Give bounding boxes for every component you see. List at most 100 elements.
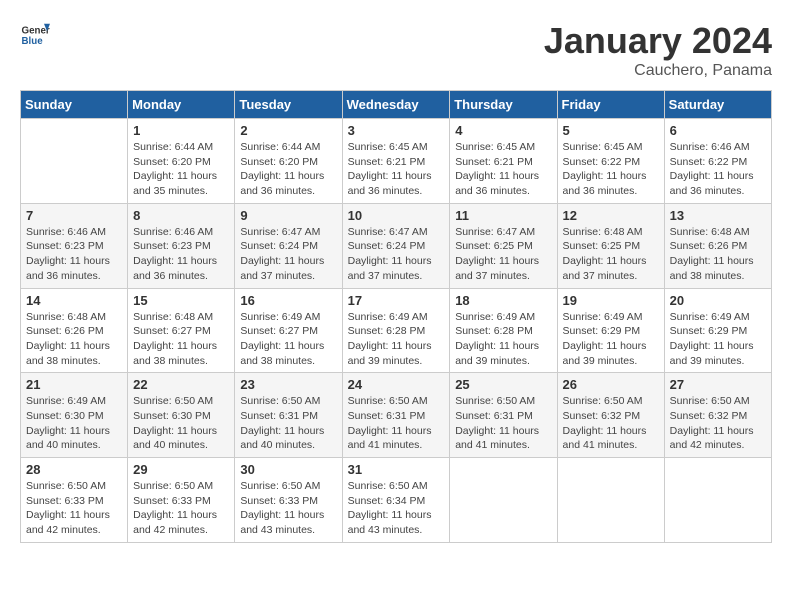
day-cell: 28 Sunrise: 6:50 AM Sunset: 6:33 PM Dayli… <box>21 458 128 543</box>
day-info: Sunrise: 6:45 AM Sunset: 6:21 PM Dayligh… <box>455 140 551 199</box>
day-info: Sunrise: 6:44 AM Sunset: 6:20 PM Dayligh… <box>240 140 336 199</box>
day-number: 18 <box>455 293 551 308</box>
day-number: 25 <box>455 377 551 392</box>
day-info: Sunrise: 6:44 AM Sunset: 6:20 PM Dayligh… <box>133 140 229 199</box>
day-number: 17 <box>348 293 445 308</box>
day-cell: 19 Sunrise: 6:49 AM Sunset: 6:29 PM Dayli… <box>557 288 664 373</box>
day-cell: 3 Sunrise: 6:45 AM Sunset: 6:21 PM Daylig… <box>342 119 450 204</box>
day-cell: 9 Sunrise: 6:47 AM Sunset: 6:24 PM Daylig… <box>235 203 342 288</box>
header-cell-monday: Monday <box>128 91 235 119</box>
week-row-3: 21 Sunrise: 6:49 AM Sunset: 6:30 PM Dayli… <box>21 373 772 458</box>
day-number: 1 <box>133 123 229 138</box>
day-info: Sunrise: 6:49 AM Sunset: 6:27 PM Dayligh… <box>240 310 336 369</box>
day-number: 20 <box>670 293 766 308</box>
day-info: Sunrise: 6:50 AM Sunset: 6:32 PM Dayligh… <box>670 394 766 453</box>
day-number: 27 <box>670 377 766 392</box>
day-number: 30 <box>240 462 336 477</box>
day-cell: 26Sunrise: 6:50 AM Sunset: 6:32 PM Dayli… <box>557 373 664 458</box>
day-number: 31 <box>348 462 445 477</box>
day-cell: 5 Sunrise: 6:45 AM Sunset: 6:22 PM Daylig… <box>557 119 664 204</box>
day-number: 19 <box>563 293 659 308</box>
day-cell: 14Sunrise: 6:48 AM Sunset: 6:26 PM Dayli… <box>21 288 128 373</box>
day-cell: 4 Sunrise: 6:45 AM Sunset: 6:21 PM Daylig… <box>450 119 557 204</box>
day-cell: 15Sunrise: 6:48 AM Sunset: 6:27 PM Dayli… <box>128 288 235 373</box>
day-info: Sunrise: 6:49 AM Sunset: 6:29 PM Dayligh… <box>563 310 659 369</box>
day-cell: 12 Sunrise: 6:48 AM Sunset: 6:25 PM Dayli… <box>557 203 664 288</box>
header-cell-tuesday: Tuesday <box>235 91 342 119</box>
week-row-2: 14Sunrise: 6:48 AM Sunset: 6:26 PM Dayli… <box>21 288 772 373</box>
day-number: 9 <box>240 208 336 223</box>
week-row-1: 7 Sunrise: 6:46 AM Sunset: 6:23 PM Daylig… <box>21 203 772 288</box>
day-info: Sunrise: 6:47 AM Sunset: 6:24 PM Dayligh… <box>240 225 336 284</box>
day-number: 4 <box>455 123 551 138</box>
day-number: 24 <box>348 377 445 392</box>
day-info: Sunrise: 6:49 AM Sunset: 6:28 PM Dayligh… <box>348 310 445 369</box>
day-cell <box>557 458 664 543</box>
day-number: 11 <box>455 208 551 223</box>
day-cell: 17 Sunrise: 6:49 AM Sunset: 6:28 PM Dayli… <box>342 288 450 373</box>
day-cell: 7 Sunrise: 6:46 AM Sunset: 6:23 PM Daylig… <box>21 203 128 288</box>
title-area: January 2024 Cauchero, Panama <box>544 20 772 80</box>
day-number: 21 <box>26 377 122 392</box>
day-number: 23 <box>240 377 336 392</box>
day-number: 2 <box>240 123 336 138</box>
header-cell-friday: Friday <box>557 91 664 119</box>
day-number: 16 <box>240 293 336 308</box>
header-cell-saturday: Saturday <box>664 91 771 119</box>
day-number: 6 <box>670 123 766 138</box>
day-cell: 13Sunrise: 6:48 AM Sunset: 6:26 PM Dayli… <box>664 203 771 288</box>
page-header: General Blue January 2024 Cauchero, Pana… <box>20 20 772 80</box>
day-info: Sunrise: 6:49 AM Sunset: 6:28 PM Dayligh… <box>455 310 551 369</box>
day-cell: 21 Sunrise: 6:49 AM Sunset: 6:30 PM Dayli… <box>21 373 128 458</box>
day-cell: 8 Sunrise: 6:46 AM Sunset: 6:23 PM Daylig… <box>128 203 235 288</box>
day-number: 22 <box>133 377 229 392</box>
day-cell: 31Sunrise: 6:50 AM Sunset: 6:34 PM Dayli… <box>342 458 450 543</box>
day-cell: 11 Sunrise: 6:47 AM Sunset: 6:25 PM Dayli… <box>450 203 557 288</box>
day-cell <box>664 458 771 543</box>
day-number: 14 <box>26 293 122 308</box>
day-info: Sunrise: 6:46 AM Sunset: 6:23 PM Dayligh… <box>133 225 229 284</box>
day-info: Sunrise: 6:47 AM Sunset: 6:24 PM Dayligh… <box>348 225 445 284</box>
day-cell: 24 Sunrise: 6:50 AM Sunset: 6:31 PM Dayli… <box>342 373 450 458</box>
day-cell <box>21 119 128 204</box>
day-info: Sunrise: 6:45 AM Sunset: 6:22 PM Dayligh… <box>563 140 659 199</box>
calendar-table: SundayMondayTuesdayWednesdayThursdayFrid… <box>20 90 772 543</box>
day-cell: 23Sunrise: 6:50 AM Sunset: 6:31 PM Dayli… <box>235 373 342 458</box>
day-info: Sunrise: 6:50 AM Sunset: 6:33 PM Dayligh… <box>26 479 122 538</box>
day-cell: 16 Sunrise: 6:49 AM Sunset: 6:27 PM Dayli… <box>235 288 342 373</box>
day-info: Sunrise: 6:50 AM Sunset: 6:30 PM Dayligh… <box>133 394 229 453</box>
day-cell: 18 Sunrise: 6:49 AM Sunset: 6:28 PM Dayli… <box>450 288 557 373</box>
day-cell: 20 Sunrise: 6:49 AM Sunset: 6:29 PM Dayli… <box>664 288 771 373</box>
day-info: Sunrise: 6:50 AM Sunset: 6:33 PM Dayligh… <box>133 479 229 538</box>
header-row: SundayMondayTuesdayWednesdayThursdayFrid… <box>21 91 772 119</box>
day-cell <box>450 458 557 543</box>
location-title: Cauchero, Panama <box>544 62 772 80</box>
day-cell: 6 Sunrise: 6:46 AM Sunset: 6:22 PM Daylig… <box>664 119 771 204</box>
day-info: Sunrise: 6:45 AM Sunset: 6:21 PM Dayligh… <box>348 140 445 199</box>
month-title: January 2024 <box>544 20 772 62</box>
header-cell-sunday: Sunday <box>21 91 128 119</box>
day-info: Sunrise: 6:50 AM Sunset: 6:31 PM Dayligh… <box>348 394 445 453</box>
day-info: Sunrise: 6:50 AM Sunset: 6:33 PM Dayligh… <box>240 479 336 538</box>
day-number: 8 <box>133 208 229 223</box>
day-info: Sunrise: 6:46 AM Sunset: 6:22 PM Dayligh… <box>670 140 766 199</box>
day-info: Sunrise: 6:47 AM Sunset: 6:25 PM Dayligh… <box>455 225 551 284</box>
day-info: Sunrise: 6:49 AM Sunset: 6:29 PM Dayligh… <box>670 310 766 369</box>
day-number: 28 <box>26 462 122 477</box>
day-info: Sunrise: 6:48 AM Sunset: 6:25 PM Dayligh… <box>563 225 659 284</box>
week-row-0: 1 Sunrise: 6:44 AM Sunset: 6:20 PM Daylig… <box>21 119 772 204</box>
day-number: 7 <box>26 208 122 223</box>
header-cell-wednesday: Wednesday <box>342 91 450 119</box>
week-row-4: 28 Sunrise: 6:50 AM Sunset: 6:33 PM Dayli… <box>21 458 772 543</box>
logo: General Blue <box>20 20 50 50</box>
day-number: 12 <box>563 208 659 223</box>
day-info: Sunrise: 6:50 AM Sunset: 6:32 PM Dayligh… <box>563 394 659 453</box>
day-info: Sunrise: 6:49 AM Sunset: 6:30 PM Dayligh… <box>26 394 122 453</box>
day-number: 5 <box>563 123 659 138</box>
day-info: Sunrise: 6:46 AM Sunset: 6:23 PM Dayligh… <box>26 225 122 284</box>
day-number: 3 <box>348 123 445 138</box>
svg-text:Blue: Blue <box>22 36 44 47</box>
day-cell: 10Sunrise: 6:47 AM Sunset: 6:24 PM Dayli… <box>342 203 450 288</box>
day-number: 13 <box>670 208 766 223</box>
day-number: 15 <box>133 293 229 308</box>
